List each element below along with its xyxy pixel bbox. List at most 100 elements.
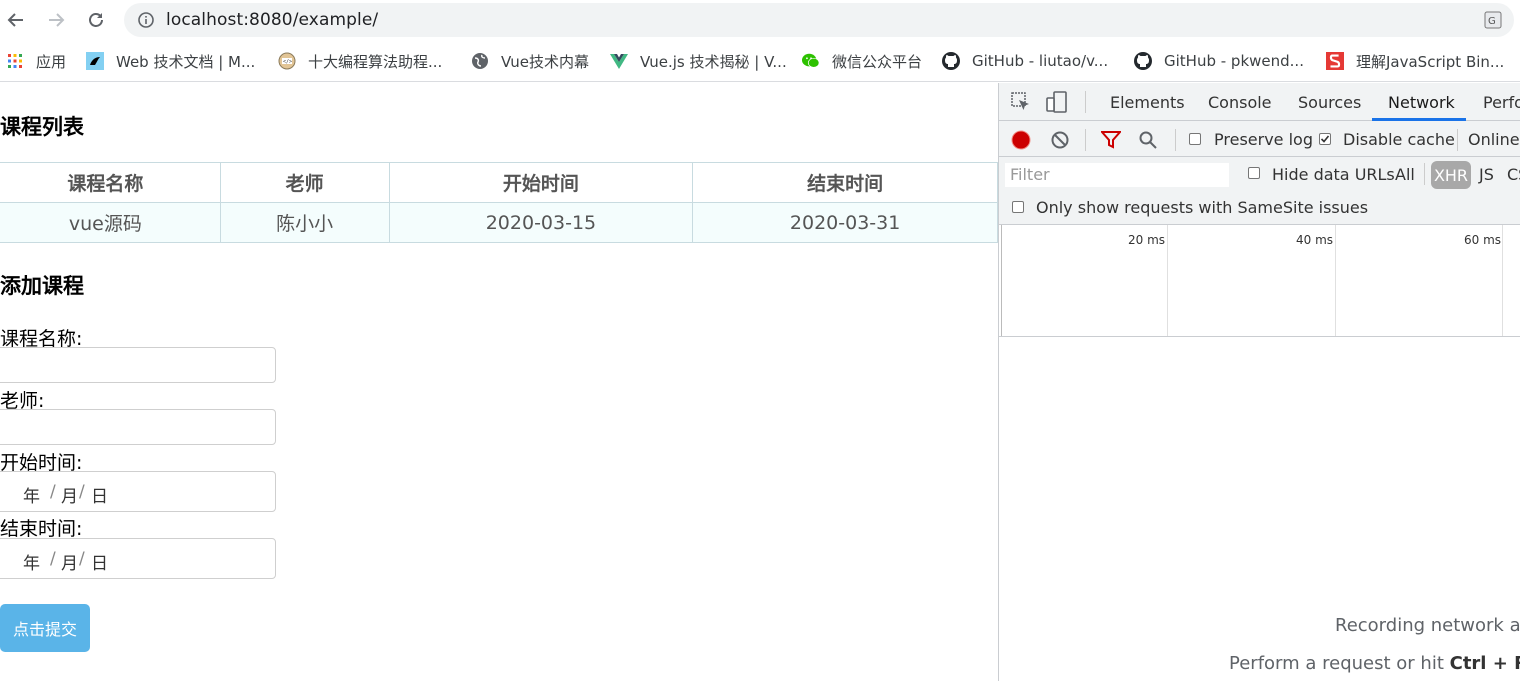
bookmark-github-pkwend[interactable]: GitHub - pkwend... [1134,50,1304,72]
arrow-left-icon [7,13,23,27]
address-bar[interactable]: localhost:8080/example/ G [124,3,1514,37]
page-content: 课程列表 课程名称 老师 开始时间 结束时间 vue源码 陈小小 2020-03… [0,83,998,681]
devtools-panel: Elements Console Sources Network Perfo P… [998,83,1520,681]
preserve-log-checkbox[interactable] [1189,133,1201,145]
clear-icon[interactable] [1051,131,1069,149]
type-filter-xhr[interactable]: XHR [1431,161,1471,189]
divider [1424,163,1425,185]
start-date-input[interactable]: 年 / 月 / 日 [0,471,276,512]
filter-icon[interactable] [1101,131,1121,149]
network-toolbar: Preserve log Disable cache Online [999,121,1520,157]
translate-icon[interactable]: G [1484,11,1502,29]
preserve-log-label: Preserve log [1214,130,1313,149]
hide-data-urls-label: Hide data URLs [1272,165,1395,184]
tab-network[interactable]: Network [1388,93,1455,112]
wechat-icon [802,52,820,70]
timeline-tick-label: 20 ms [1128,233,1166,247]
bookmark-label: 十大编程算法助程... [308,52,443,71]
perform-request-message: Perform a request or hit Ctrl + R to [1229,653,1520,674]
reload-button[interactable] [84,8,108,32]
timeline-tick-label: 40 ms [1296,233,1334,247]
date-month: 月 [61,487,78,507]
device-toolbar-icon[interactable] [1045,90,1069,114]
bookmark-label: Web 技术文档 | M... [116,52,256,71]
divider [1457,129,1458,151]
date-separator: / [50,482,56,502]
svg-text:</>: </> [283,59,292,65]
back-button[interactable] [4,8,28,32]
column-header: 课程名称 [0,162,221,203]
bookmark-label: 理解JavaScript Bin... [1356,52,1505,71]
shortcut-key: Ctrl + R [1449,653,1520,674]
column-header: 结束时间 [692,162,998,203]
divider [1175,129,1176,151]
type-filter-css[interactable]: CS [1507,165,1520,184]
start-date-cell: 2020-03-15 [388,202,694,243]
tab-performance[interactable]: Perfo [1483,93,1520,112]
table-header-row: 课程名称 老师 开始时间 结束时间 [0,162,998,203]
column-header: 开始时间 [388,162,694,203]
bookmark-wechat[interactable]: 微信公众平台 [802,50,922,72]
checkmark-icon [1320,135,1330,143]
bookmark-label: 应用 [36,52,67,71]
type-filter-js[interactable]: JS [1479,165,1494,184]
divider [1085,91,1086,113]
filter-input[interactable]: Filter [1005,163,1229,187]
code-icon: </> [278,52,296,70]
date-separator: / [79,482,85,502]
apps-grid-icon [6,52,24,70]
bookmark-vue-internals[interactable]: Vue技术内幕 [471,50,589,72]
bookmark-label: GitHub - pkwend... [1164,52,1304,70]
teacher-input[interactable] [0,409,276,445]
tab-console[interactable]: Console [1208,93,1272,112]
inspect-element-icon[interactable] [1011,92,1031,112]
disable-cache-label: Disable cache [1343,130,1455,149]
tab-elements[interactable]: Elements [1110,93,1185,112]
forward-button[interactable] [44,8,68,32]
date-day: 日 [91,554,108,574]
date-year: 年 [23,487,40,507]
date-day: 日 [91,487,108,507]
type-filter-all[interactable]: All [1395,165,1415,184]
timeline-gridline [1167,225,1168,336]
github-icon [942,52,960,70]
end-date-input[interactable]: 年 / 月 / 日 [0,538,276,579]
network-overview-timeline: 20 ms 40 ms 60 ms [999,225,1520,337]
bookmark-js-bind[interactable]: 理解JavaScript Bin... [1326,50,1504,72]
disable-cache-checkbox[interactable] [1319,133,1331,145]
add-course-heading: 添加课程 [0,274,84,298]
bookmark-apps[interactable]: 应用 [6,50,66,72]
samesite-label: Only show requests with SameSite issues [1036,198,1369,217]
column-header: 老师 [219,162,390,203]
tab-sources[interactable]: Sources [1298,93,1361,112]
bookmark-algorithms[interactable]: </> 十大编程算法助程... [278,50,442,72]
reload-icon [89,13,103,27]
timeline-gridline [1502,225,1503,336]
samesite-checkbox[interactable] [1012,201,1024,213]
hide-data-urls-checkbox[interactable] [1248,167,1260,179]
filter-bar: Filter Hide data URLs All XHR JS CS Only… [999,157,1520,225]
end-date-cell: 2020-03-31 [692,202,998,243]
bookmark-label: Vue.js 技术揭秘 | V... [640,52,787,71]
record-icon[interactable] [1011,130,1031,150]
devtools-tabbar: Elements Console Sources Network Perfo [999,83,1520,121]
search-icon[interactable] [1139,131,1157,149]
submit-button[interactable]: 点击提交 [0,604,90,652]
recording-message: Recording network act [1335,615,1520,636]
course-name-input[interactable] [0,347,276,383]
end-date-label: 结束时间: [0,518,83,540]
bookmark-github-liutao[interactable]: GitHub - liutao/v... [942,50,1108,72]
url-text[interactable]: localhost:8080/example/ [166,10,378,30]
date-year: 年 [23,554,40,574]
arrow-right-icon [49,13,65,27]
bookmark-vuejs-secrets[interactable]: Vue.js 技术揭秘 | V... [610,50,787,72]
globe-icon [471,52,489,70]
s-logo-icon [1326,52,1344,70]
divider [1085,129,1086,151]
throttling-select[interactable]: Online [1468,130,1520,149]
info-icon[interactable] [138,12,154,28]
bookmark-mdn[interactable]: Web 技术文档 | M... [86,50,255,72]
bookmark-label: GitHub - liutao/v... [972,52,1109,70]
course-list-heading: 课程列表 [0,115,84,139]
svg-text:G: G [1488,16,1496,27]
